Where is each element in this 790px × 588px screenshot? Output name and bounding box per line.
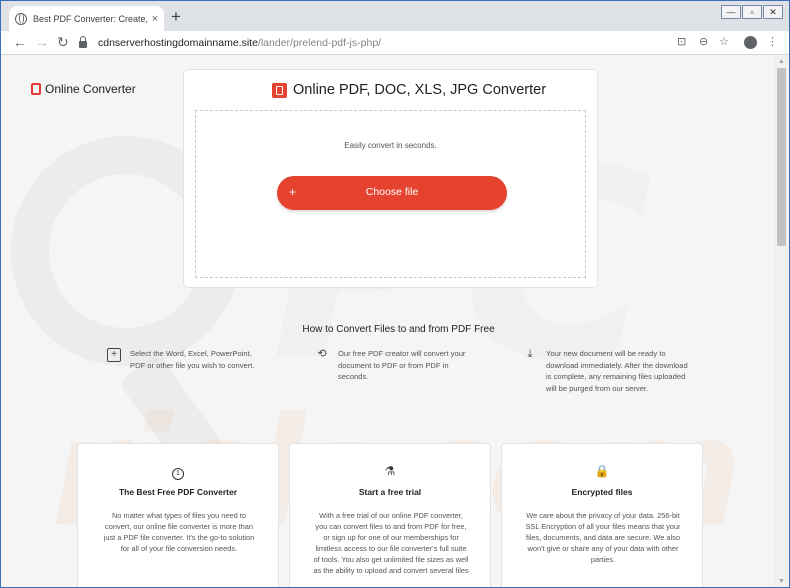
feature-card: 🔒 Encrypted files We care about the priv… [501,443,703,587]
tab-title: Best PDF Converter: Create, Conve [33,13,148,24]
lock-icon [79,36,87,48]
translate-icon[interactable]: ⊡ [677,36,686,48]
tab-close-icon[interactable]: × [152,13,158,25]
address-bar[interactable]: cdnserverhostingdomainname.site /lander/… [79,34,674,52]
globe-icon [15,12,27,25]
scroll-up-icon[interactable]: ▲ [778,58,785,65]
number-one-icon: 1 [172,468,184,480]
back-button[interactable]: ← [13,34,27,50]
feature-body: With a free trial of our online PDF conv… [313,511,469,575]
browser-window: Best PDF Converter: Create, Conve × + — … [0,0,790,588]
howto-step: ⤓ Your new document will be ready to dow… [523,348,689,394]
feature-card: ⚗ Start a free trial With a free trial o… [289,443,491,587]
card-header: Online PDF, DOC, XLS, JPG Converter [272,82,546,98]
brand-name: Online Converter [45,82,136,96]
page-content: PC risk.com Online Converter Online PDF,… [1,56,774,587]
vertical-scrollbar[interactable]: ▲ ▼ [774,56,789,587]
plus-box-icon: + [107,348,121,362]
feature-title: Encrypted files [571,487,633,497]
feature-title: The Best Free PDF Converter [118,487,238,497]
howto-step: ⟲ Our free PDF creator will convert your… [315,348,481,383]
choose-file-button[interactable]: + Choose file [277,176,507,210]
site-brand[interactable]: Online Converter [31,82,136,96]
download-icon: ⤓ [527,348,533,360]
browser-toolbar: ← → ↻ cdnserverhostingdomainname.site /l… [1,31,789,55]
brand-logo-icon [31,83,41,95]
flask-icon: ⚗ [384,464,396,478]
url-host: cdnserverhostingdomainname.site [98,37,258,49]
tab-bar: Best PDF Converter: Create, Conve × + — … [1,1,789,31]
forward-button[interactable]: → [35,34,49,50]
feature-card: 1 The Best Free PDF Converter No matter … [77,443,279,587]
upload-card: Online PDF, DOC, XLS, JPG Converter Easi… [183,69,598,288]
step-text: Select the Word, Excel, PowerPoint, PDF … [130,349,255,370]
feature-body: No matter what types of files you need t… [103,511,255,553]
reload-button[interactable]: ↻ [57,34,69,50]
step-text: Our free PDF creator will convert your d… [338,349,466,381]
step-text: Your new document will be ready to downl… [546,349,688,393]
url-path: /lander/prelend-pdf-js-php/ [257,37,382,49]
menu-icon[interactable]: ⋮ [767,36,778,48]
pdf-logo-icon [272,82,287,98]
profile-avatar-icon[interactable] [744,36,757,49]
page-title: Online PDF, DOC, XLS, JPG Converter [293,82,547,98]
lock-icon: 🔒 [594,464,610,478]
browser-tab[interactable]: Best PDF Converter: Create, Conve × [9,6,164,31]
close-window-button[interactable]: ✕ [763,5,783,19]
minimize-button[interactable]: — [721,5,741,19]
choose-file-label: Choose file [365,186,419,198]
file-dropzone[interactable]: Easily convert in seconds. + Choose file [195,110,586,278]
scrollbar-thumb[interactable] [777,68,786,246]
scroll-down-icon[interactable]: ▼ [778,578,785,585]
maximize-button[interactable]: ▫ [742,5,762,19]
feature-body: We care about the privacy of your data. … [525,511,681,564]
howto-step: + Select the Word, Excel, PowerPoint, PD… [107,348,267,371]
feature-title: Start a free trial [358,487,422,497]
bookmark-star-icon[interactable]: ☆ [719,36,729,48]
sync-arrows-icon: ⟲ [317,348,327,360]
new-tab-button[interactable]: + [171,8,181,25]
zoom-icon[interactable]: ⊖ [699,36,708,48]
howto-title: How to Convert Files to and from PDF Fre… [302,324,495,335]
dropzone-subtitle: Easily convert in seconds. [344,141,437,150]
